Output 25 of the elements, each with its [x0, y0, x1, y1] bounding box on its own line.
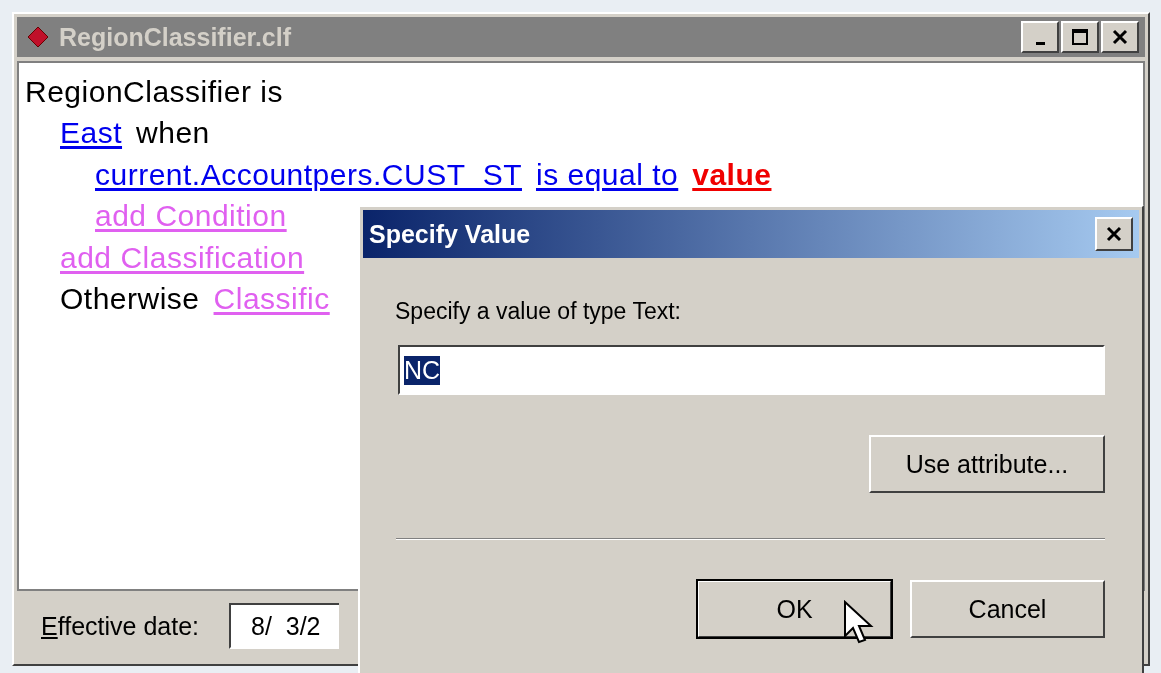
rule-text: when: [136, 116, 210, 151]
maximize-button[interactable]: [1061, 21, 1099, 53]
minimize-icon: [1035, 41, 1045, 45]
ok-button[interactable]: OK: [697, 580, 892, 638]
rule-text: RegionClassifier is: [25, 74, 283, 109]
rule-text: Otherwise: [60, 282, 200, 317]
close-icon: [1104, 224, 1124, 244]
use-attribute-button[interactable]: Use attribute...: [869, 435, 1105, 493]
minimize-button[interactable]: [1021, 21, 1059, 53]
rule-link[interactable]: East: [60, 116, 123, 151]
dialog-title: Specify Value: [369, 219, 531, 249]
close-button[interactable]: [1101, 21, 1139, 53]
rule-link[interactable]: current.Accountpers.CUST_ST: [95, 157, 522, 192]
rule-link[interactable]: is equal to: [536, 157, 679, 192]
value-input[interactable]: NC: [398, 345, 1105, 395]
diamond-icon: [27, 26, 49, 48]
value-link[interactable]: value: [692, 157, 772, 192]
effective-date-label: Effective date:: [41, 611, 199, 641]
maximize-icon: [1071, 28, 1089, 46]
close-button[interactable]: [1095, 217, 1133, 251]
window-title: RegionClassifier.clf: [59, 22, 293, 52]
date-field[interactable]: 8/ 3/2: [229, 603, 339, 649]
close-icon: [1111, 28, 1129, 46]
cancel-button[interactable]: Cancel: [910, 580, 1105, 638]
prompt-label: Specify a value of type Text:: [395, 298, 681, 325]
